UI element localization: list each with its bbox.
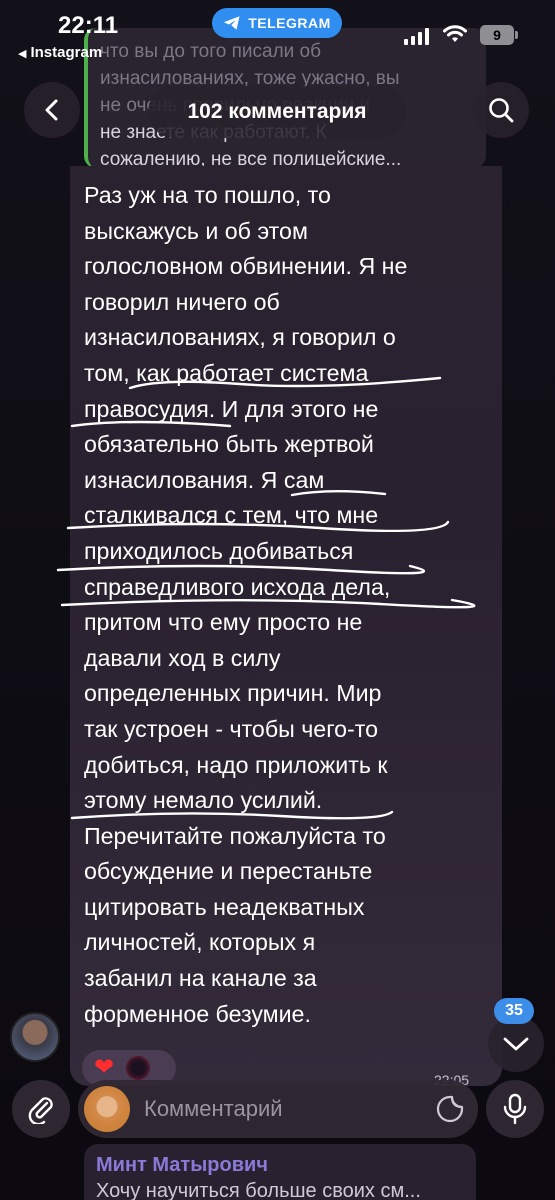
- message-line: Раз уж на то пошло, то: [84, 182, 331, 208]
- next-message[interactable]: Минт Матырович Хочу научиться больше сво…: [84, 1144, 476, 1200]
- status-bar: 22:11 ◀ Instagram TELEGRAM 9: [0, 0, 555, 70]
- message-line: том, как работает система: [84, 359, 369, 386]
- search-button[interactable]: [473, 82, 529, 138]
- message-line: притом что ему просто не: [84, 609, 363, 636]
- next-message-text: Хочу научиться больше своих см...: [96, 1180, 421, 1200]
- microphone-icon: [503, 1093, 527, 1125]
- message-line: обязательно быть жертвой: [84, 431, 374, 458]
- message-line: цитировать неадекватных: [84, 893, 365, 920]
- quoted-line: сожалению, не все полицейские...: [100, 149, 402, 168]
- unread-count-badge: 35: [494, 998, 534, 1024]
- next-message-author: Минт Матырович: [96, 1154, 268, 1176]
- search-icon: [489, 98, 514, 123]
- message-line: форменное безумие.: [84, 1000, 311, 1027]
- message-line: изнасилования. Я сам: [84, 466, 325, 493]
- telegram-icon: [223, 16, 240, 30]
- voice-message-button[interactable]: [486, 1080, 544, 1138]
- message-line: добиться, надо приложить к: [84, 751, 388, 778]
- cellular-signal-icon: [404, 28, 429, 45]
- telegram-pill-label: TELEGRAM: [248, 15, 331, 31]
- message-line: изнасилованиях, я говорил о: [84, 324, 396, 351]
- chevron-left-icon: [45, 99, 58, 121]
- author-avatar[interactable]: [10, 1012, 60, 1062]
- message-line: обсуждение и перестаньте: [84, 858, 373, 885]
- message-line: Перечитайте пожалуйста то: [84, 822, 386, 849]
- back-app-label: Instagram: [30, 44, 103, 61]
- heart-icon: ❤: [94, 1054, 115, 1081]
- comment-input[interactable]: Комментарий: [78, 1080, 478, 1138]
- attach-button[interactable]: [12, 1080, 70, 1138]
- sticker-icon[interactable]: [436, 1095, 464, 1123]
- status-time: 22:11: [58, 12, 119, 39]
- message-line: так устроен - чтобы чего-то: [84, 715, 379, 742]
- message-line: приходилось добиваться: [84, 537, 354, 564]
- message-line: сталкивался с тем, что мне: [84, 502, 379, 529]
- message-line: определенных причин. Мир: [84, 680, 382, 707]
- message-line: правосудия. И для этого не: [84, 395, 379, 422]
- message-line: личностей, которых я: [84, 929, 316, 956]
- wifi-icon: [443, 25, 467, 42]
- battery-indicator: 9: [480, 25, 518, 45]
- paperclip-icon: [28, 1097, 53, 1124]
- reactor-avatar: [124, 1054, 153, 1082]
- scroll-to-bottom-button[interactable]: [488, 1016, 544, 1072]
- message-line: голословном обвинении. Я не: [84, 253, 408, 280]
- chevron-down-icon: [503, 1037, 529, 1051]
- message-line: выскажусь и об этом: [84, 217, 308, 244]
- telegram-pill[interactable]: TELEGRAM: [212, 8, 342, 38]
- message-line: этому немало усилий.: [84, 787, 323, 814]
- comment-input-placeholder: Комментарий: [144, 1096, 283, 1121]
- back-button[interactable]: [24, 82, 80, 138]
- send-as-avatar[interactable]: [84, 1086, 130, 1132]
- message-line: забанил на канале за: [84, 965, 317, 992]
- message-line: справедливого исхода дела,: [84, 573, 391, 600]
- comments-title[interactable]: 102 комментария: [148, 86, 406, 138]
- message-line: говорил ничего об: [84, 288, 280, 315]
- message-text: Раз уж на то пошло, то выскажусь и об эт…: [84, 178, 480, 1032]
- back-triangle-icon: ◀: [18, 48, 27, 60]
- back-to-app-link[interactable]: ◀ Instagram: [18, 44, 102, 61]
- message-line: давали ход в силу: [84, 644, 281, 671]
